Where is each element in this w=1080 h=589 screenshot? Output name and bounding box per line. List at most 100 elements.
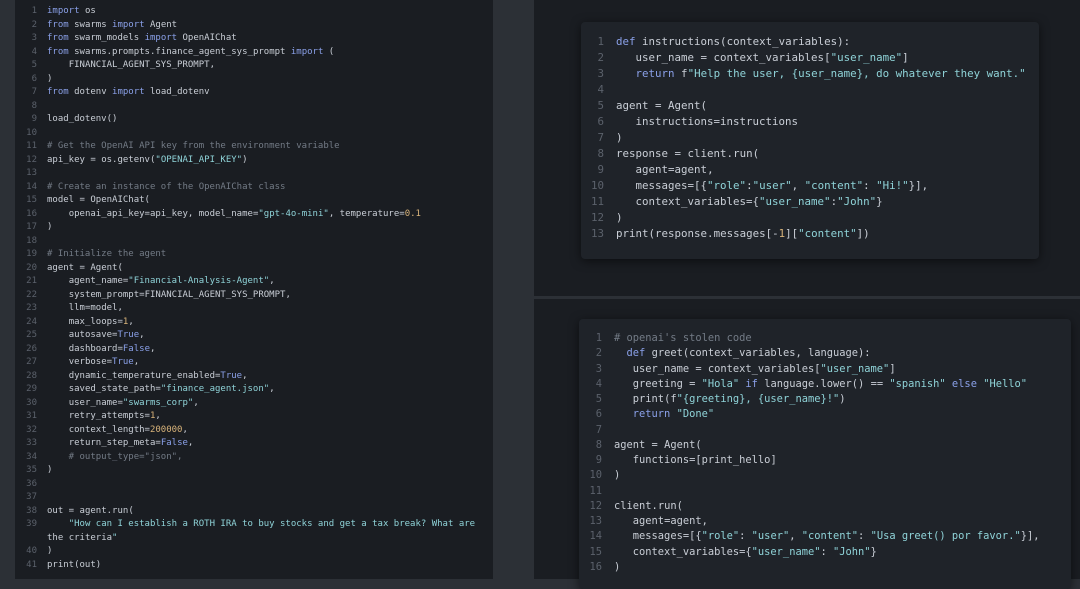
line-text: print(f"{greeting}, {user_name}!") xyxy=(632,393,846,405)
right-bottom-panel: 1 # openai's stolen code 2 def greet(conte… xyxy=(534,299,1080,589)
line-text: context_length=200000, xyxy=(68,424,188,435)
code-line: 7 from dotenv import load_dotenv xyxy=(15,86,493,100)
line-number: 11 xyxy=(590,195,604,208)
line-text: ) xyxy=(47,73,53,84)
code-line: 5 agent = Agent( xyxy=(581,98,1039,114)
line-number: 8 xyxy=(31,100,37,111)
line-number: 2 xyxy=(597,51,604,64)
code-line: 6 instructions=instructions xyxy=(581,114,1039,130)
code-line: 13 print(response.messages[-1]["content"]… xyxy=(581,226,1039,242)
code-line: 23 llm=model, xyxy=(15,302,493,316)
line-number: 32 xyxy=(26,424,37,435)
line-text: agent = Agent( xyxy=(47,262,123,273)
code-line: 1 # openai's stolen code xyxy=(579,331,1071,346)
code-line: 5 FINANCIAL_AGENT_SYS_PROMPT, xyxy=(15,59,493,73)
left-code-editor[interactable]: 1 import os 2 from swarms import Agent 3 from… xyxy=(15,5,493,572)
line-text: "How can I establish a ROTH IRA to buy s… xyxy=(68,519,476,529)
line-number: 9 xyxy=(31,114,37,124)
code-line: 15 model = OpenAIChat( xyxy=(15,194,493,208)
line-number: 38 xyxy=(26,505,37,516)
code-line: 19 # Initialize the agent xyxy=(15,248,493,262)
line-number: 27 xyxy=(26,357,37,367)
code-line: 12 api_key = os.getenv("OPENAI_API_KEY") xyxy=(15,154,493,168)
line-number: 15 xyxy=(589,545,602,558)
line-number: 15 xyxy=(26,195,37,205)
line-number: 24 xyxy=(26,316,37,327)
line-text: api_key = os.getenv("OPENAI_API_KEY") xyxy=(47,154,248,165)
code-line: 12 client.run( xyxy=(579,499,1071,514)
line-text: agent=agent, xyxy=(632,515,708,527)
code-line: 32 context_length=200000, xyxy=(15,424,493,438)
code-line: 18 xyxy=(15,235,493,249)
line-number: 1 xyxy=(595,332,602,344)
line-text: autosave=True, xyxy=(68,330,145,340)
code-line: 4 xyxy=(581,82,1039,98)
line-text: return "Done" xyxy=(632,408,715,421)
line-text: import os xyxy=(47,6,96,16)
line-number: 10 xyxy=(589,469,602,482)
line-text: agent_name="Financial-Analysis-Agent", xyxy=(68,276,275,286)
line-text: # openai's stolen code xyxy=(614,332,752,344)
greet-code-block[interactable]: 1 # openai's stolen code 2 def greet(conte… xyxy=(579,331,1071,575)
line-text: def greet(context_variables, language): xyxy=(626,347,871,360)
line-text: openai_api_key=api_key, model_name="gpt-… xyxy=(68,208,421,219)
code-line: 13 agent=agent, xyxy=(579,514,1071,529)
code-line: 34 # output_type="json", xyxy=(15,451,493,465)
line-text: load_dotenv() xyxy=(47,114,118,124)
code-line: 3 from swarm_models import OpenAIChat xyxy=(15,32,493,46)
line-text: # Initialize the agent xyxy=(47,249,167,259)
line-text: saved_state_path="finance_agent.json", xyxy=(68,384,275,394)
line-text: from swarms import Agent xyxy=(47,19,178,30)
line-number: 3 xyxy=(597,67,604,80)
line-text: context_variables={"user_name": "John"} xyxy=(632,545,877,558)
code-line: 21 agent_name="Financial-Analysis-Agent"… xyxy=(15,275,493,289)
code-line: 17) xyxy=(15,221,493,235)
code-line: 2 def greet(context_variables, language)… xyxy=(579,346,1071,361)
line-number: 8 xyxy=(595,438,602,451)
line-text: functions=[print_hello] xyxy=(632,454,777,466)
line-text: # Get the OpenAI API key from the enviro… xyxy=(47,141,340,151)
line-text: ) xyxy=(47,222,53,232)
code-line: 26 dashboard=False, xyxy=(15,343,493,357)
line-text: user_name = context_variables["user_name… xyxy=(632,362,896,375)
code-line: 10 messages=[{"role":"user", "content": … xyxy=(581,178,1039,194)
code-line: the criteria" xyxy=(15,532,493,546)
line-number: 34 xyxy=(26,451,37,462)
line-text: ) xyxy=(616,131,623,144)
line-text: ) xyxy=(614,469,621,482)
line-number: 23 xyxy=(26,303,37,313)
line-text xyxy=(47,478,493,492)
line-text: print(response.messages[-1]["content"]) xyxy=(616,227,870,240)
line-number: 20 xyxy=(26,262,37,273)
line-text: agent = Agent( xyxy=(616,99,708,112)
line-number: 22 xyxy=(26,289,37,300)
code-line: 7) xyxy=(581,130,1039,146)
line-text: user_name="swarms_corp", xyxy=(68,397,199,408)
line-number: 7 xyxy=(31,87,37,97)
code-line: 6 return "Done" xyxy=(579,407,1071,422)
line-text: ) xyxy=(47,546,53,556)
instructions-code-block[interactable]: 1 def instructions(context_variables): 2 u… xyxy=(581,34,1039,242)
line-number: 2 xyxy=(595,347,602,360)
line-number: 40 xyxy=(26,546,37,556)
line-text: ) xyxy=(616,211,623,224)
code-line: 22 system_prompt=FINANCIAL_AGENT_SYS_PRO… xyxy=(15,289,493,303)
code-line: 39 "How can I establish a ROTH IRA to bu… xyxy=(15,518,493,532)
line-text: system_prompt=FINANCIAL_AGENT_SYS_PROMPT… xyxy=(68,289,291,300)
line-number: 4 xyxy=(597,83,604,96)
code-line: 3 user_name = context_variables["user_na… xyxy=(579,362,1071,377)
line-text: from swarms.prompts.finance_agent_sys_pr… xyxy=(47,46,335,57)
line-number: 31 xyxy=(26,411,37,421)
line-text: return_step_meta=False, xyxy=(68,438,194,448)
left-code-panel: 1 import os 2 from swarms import Agent 3 from… xyxy=(15,0,493,579)
line-text: max_loops=1, xyxy=(68,316,134,327)
line-number: 30 xyxy=(26,397,37,408)
code-line: 14 # Create an instance of the OpenAIChat… xyxy=(15,181,493,195)
code-line: 3 return f"Help the user, {user_name}, d… xyxy=(581,66,1039,82)
line-text xyxy=(47,235,493,249)
line-number: 10 xyxy=(590,179,604,192)
line-number: 6 xyxy=(31,73,37,84)
line-text: messages=[{"role":"user", "content": "Hi… xyxy=(635,179,929,192)
line-text: messages=[{"role": "user", "content": "U… xyxy=(632,530,1040,543)
code-line: 27 verbose=True, xyxy=(15,356,493,370)
